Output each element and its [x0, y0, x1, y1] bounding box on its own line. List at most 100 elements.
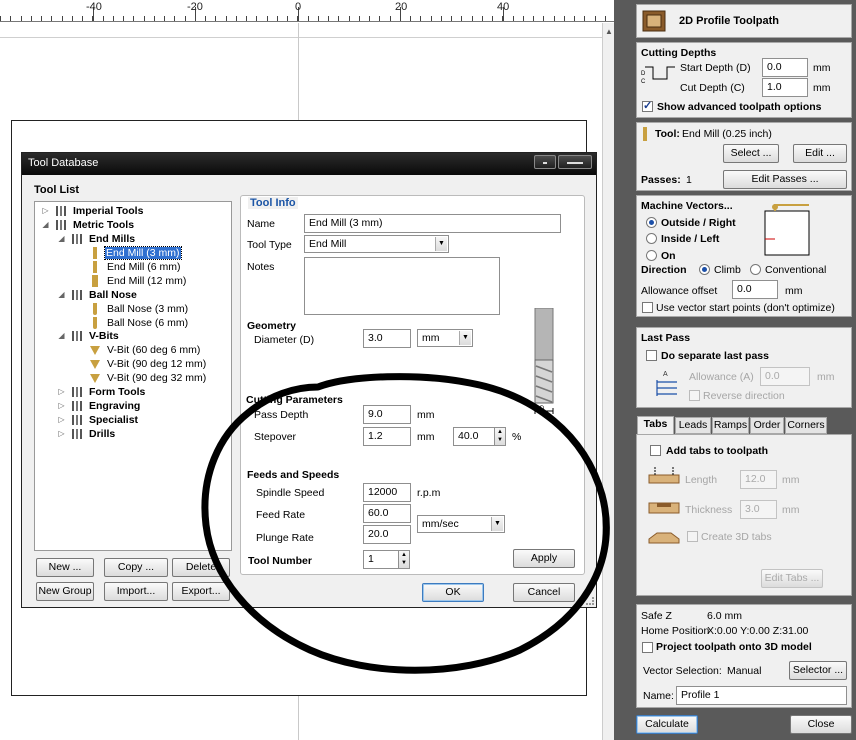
ruler-tick — [502, 16, 503, 21]
tree-item-end-mill-6mm[interactable]: End Mill (6 mm) — [107, 261, 181, 273]
tab-corners[interactable]: Corners — [785, 417, 827, 434]
resize-grip[interactable] — [586, 597, 594, 605]
advanced-options-checkbox[interactable] — [642, 99, 653, 112]
create-3d-tabs-checkbox[interactable] — [687, 531, 698, 542]
conventional-radio[interactable] — [750, 264, 761, 275]
edit-tabs-button[interactable]: Edit Tabs ... — [761, 569, 823, 588]
collapse-icon[interactable]: ◢ — [57, 291, 66, 300]
ruler-tick — [185, 16, 186, 21]
rate-unit-select[interactable]: mm/sec ▼ — [417, 515, 505, 533]
tab-ramps[interactable]: Ramps — [712, 417, 749, 434]
ok-button[interactable]: OK — [422, 583, 484, 602]
apply-button[interactable]: Apply — [513, 549, 575, 568]
tree-item-end-mills[interactable]: End Mills — [89, 233, 135, 245]
profile-diagram-icon — [764, 204, 810, 256]
cut-depth-input[interactable]: 1.0 — [762, 78, 808, 97]
tree-item-ball-nose[interactable]: Ball Nose — [89, 289, 137, 301]
notes-textarea[interactable] — [304, 257, 500, 315]
new-group-button[interactable]: New Group — [36, 582, 94, 601]
home-position-label: Home Position — [641, 625, 710, 637]
new-tool-button[interactable]: New ... — [36, 558, 94, 577]
on-radio[interactable] — [646, 250, 657, 261]
tree-item-specialist[interactable]: Specialist — [89, 414, 138, 426]
tab-thickness-input[interactable]: 3.0 — [740, 500, 777, 519]
climb-radio[interactable] — [699, 264, 710, 275]
project-3d-checkbox[interactable] — [642, 642, 653, 653]
select-tool-button[interactable]: Select ... — [723, 144, 779, 163]
tree-item-ball-nose-6mm[interactable]: Ball Nose (6 mm) — [107, 317, 188, 329]
scroll-up-icon[interactable]: ▲ — [605, 27, 613, 36]
cancel-button[interactable]: Cancel — [513, 583, 575, 602]
diameter-input[interactable]: 3.0 — [363, 329, 411, 348]
tool-name-input[interactable]: End Mill (3 mm) — [304, 214, 561, 233]
tree-item-engraving[interactable]: Engraving — [89, 400, 140, 412]
tree-item-v-bit-90-12[interactable]: V-Bit (90 deg 12 mm) — [107, 358, 206, 370]
last-pass-diagram-icon: A — [656, 371, 677, 396]
expand-icon[interactable]: ▷ — [41, 207, 50, 216]
delete-tool-button[interactable]: Delete — [172, 558, 230, 577]
separate-last-pass-checkbox[interactable] — [646, 350, 657, 361]
allowance-offset-input[interactable]: 0.0 — [732, 280, 778, 299]
calculate-button[interactable]: Calculate — [636, 715, 698, 734]
reverse-direction-checkbox[interactable] — [689, 390, 700, 401]
end-mill-icon — [92, 275, 98, 287]
collapse-icon[interactable]: ◢ — [57, 235, 66, 244]
close-window-button[interactable] — [558, 155, 592, 169]
edit-passes-button[interactable]: Edit Passes ... — [723, 170, 847, 189]
tool-number-spinner[interactable]: ▲ ▼ — [398, 550, 410, 569]
plunge-rate-input[interactable]: 20.0 — [363, 525, 411, 544]
tree-item-metric-tools[interactable]: Metric Tools — [73, 219, 134, 231]
tool-number-input[interactable]: 1 — [363, 550, 399, 569]
add-tabs-checkbox[interactable] — [650, 445, 661, 456]
stepover-percent-input[interactable]: 40.0 — [453, 427, 495, 446]
tree-item-form-tools[interactable]: Form Tools — [89, 386, 145, 398]
copy-tool-button[interactable]: Copy ... — [104, 558, 168, 577]
start-depth-input[interactable]: 0.0 — [762, 58, 808, 77]
expand-icon[interactable]: ▷ — [57, 388, 66, 397]
tab-order[interactable]: Order — [750, 417, 784, 434]
tab-leads[interactable]: Leads — [675, 417, 711, 434]
outside-radio[interactable] — [646, 217, 657, 228]
start-points-checkbox[interactable] — [642, 302, 653, 313]
stepover-spinner[interactable]: ▲ ▼ — [494, 427, 506, 446]
import-button[interactable]: Import... — [104, 582, 168, 601]
tree-item-end-mill-3mm[interactable]: End Mill (3 mm) — [104, 246, 182, 260]
selector-button[interactable]: Selector ... — [789, 661, 847, 680]
pass-depth-input[interactable]: 9.0 — [363, 405, 411, 424]
climb-label: Climb — [714, 264, 741, 276]
collapse-icon[interactable]: ◢ — [57, 332, 66, 341]
last-pass-allowance-input[interactable]: 0.0 — [760, 367, 810, 386]
panel-title: 2D Profile Toolpath — [679, 15, 780, 27]
toolpath-name-input[interactable]: Profile 1 — [676, 686, 847, 705]
tool-section: Tool: End Mill (0.25 inch) Select ... Ed… — [636, 122, 852, 191]
inside-radio[interactable] — [646, 233, 657, 244]
export-button[interactable]: Export... — [172, 582, 230, 601]
tree-item-end-mill-12mm[interactable]: End Mill (12 mm) — [107, 275, 186, 287]
canvas-scrollbar[interactable]: ▲ — [602, 23, 614, 740]
stepover-input[interactable]: 1.2 — [363, 427, 411, 446]
tool-tree[interactable]: ▷ Imperial Tools ◢ Metric Tools ◢ End Mi… — [34, 201, 232, 551]
tree-item-v-bits[interactable]: V-Bits — [89, 330, 119, 342]
tab-length-input[interactable]: 12.0 — [740, 470, 777, 489]
collapse-icon[interactable]: ◢ — [41, 221, 50, 230]
tree-item-ball-nose-3mm[interactable]: Ball Nose (3 mm) — [107, 303, 188, 315]
expand-icon[interactable]: ▷ — [57, 402, 66, 411]
restore-button[interactable] — [534, 155, 556, 169]
tree-item-imperial-tools[interactable]: Imperial Tools — [73, 205, 143, 217]
expand-icon[interactable]: ▷ — [57, 416, 66, 425]
expand-icon[interactable]: ▷ — [57, 430, 66, 439]
edit-tool-button[interactable]: Edit ... — [793, 144, 847, 163]
tab-tabs[interactable]: Tabs — [637, 416, 674, 435]
tree-item-v-bit-60[interactable]: V-Bit (60 deg 6 mm) — [107, 344, 200, 356]
ruler-tick — [103, 16, 104, 21]
feed-rate-input[interactable]: 60.0 — [363, 504, 411, 523]
dialog-titlebar[interactable]: Tool Database — [22, 153, 596, 175]
close-button[interactable]: Close — [790, 715, 852, 734]
panel-splitter[interactable] — [614, 0, 622, 740]
tool-value: End Mill (0.25 inch) — [682, 128, 772, 140]
spindle-speed-input[interactable]: 12000 — [363, 483, 411, 502]
tree-item-drills[interactable]: Drills — [89, 428, 115, 440]
tool-type-select[interactable]: End Mill ▼ — [304, 235, 449, 253]
tree-item-v-bit-90-32[interactable]: V-Bit (90 deg 32 mm) — [107, 372, 206, 384]
diameter-unit-select[interactable]: mm ▼ — [417, 329, 473, 347]
